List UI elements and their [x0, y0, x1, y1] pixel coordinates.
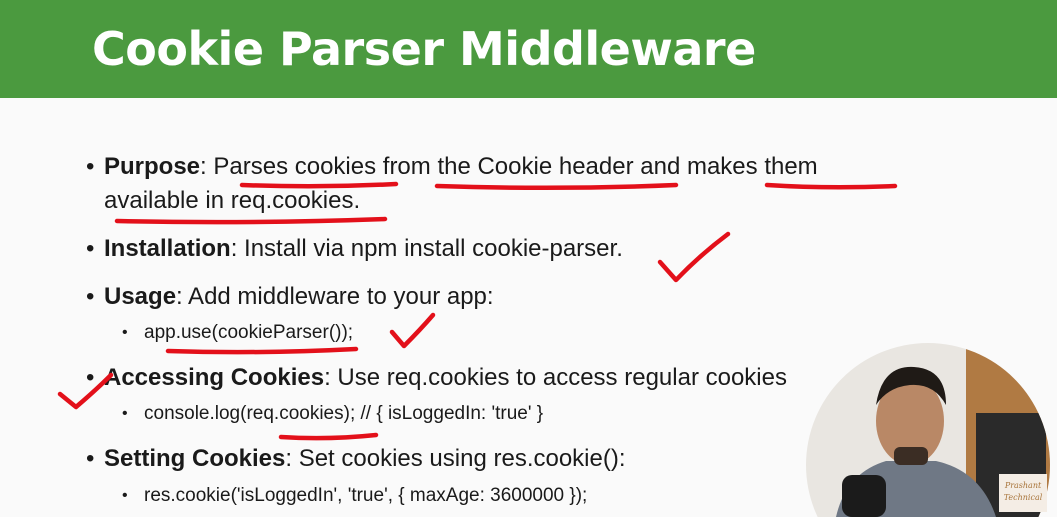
bullet-label: Purpose	[104, 153, 201, 180]
code-snippet: console.log(req.cookies); // { isLoggedI…	[144, 403, 544, 424]
bullet-text-continued: available in req.cookies.	[104, 187, 361, 214]
slide-title: Cookie Parser Middleware	[92, 22, 756, 76]
bullet-text: : Parses cookies from the Cookie header …	[200, 153, 818, 180]
bullet-text: : Install via npm install cookie-parser.	[230, 235, 623, 262]
bullet-label: Accessing Cookies	[104, 364, 325, 391]
title-bar: Cookie Parser Middleware	[0, 0, 1057, 98]
code-snippet: res.cookie('isLoggedIn', 'true', { maxAg…	[144, 485, 588, 506]
bullet-text: : Use req.cookies to access regular cook…	[324, 364, 787, 391]
channel-watermark-logo: Prashant Technical	[999, 474, 1047, 512]
bullet-label: Usage	[104, 283, 177, 310]
bullet-label: Setting Cookies	[104, 445, 286, 472]
bullet-text: : Set cookies using res.cookie():	[285, 445, 626, 472]
bullet-text: : Add middleware to your app:	[176, 283, 494, 310]
code-snippet: app.use(cookieParser());	[144, 322, 354, 343]
bullet-label: Installation	[104, 235, 231, 262]
